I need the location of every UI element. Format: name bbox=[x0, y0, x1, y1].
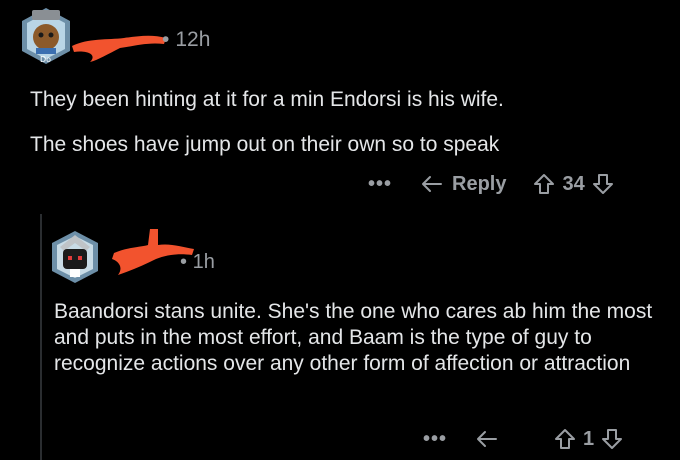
vote-count: 34 bbox=[562, 172, 585, 195]
comment-timestamp: 1h bbox=[192, 251, 215, 273]
separator-dot: • bbox=[162, 28, 170, 51]
upvote-icon[interactable] bbox=[532, 172, 556, 196]
vote-count: 1 bbox=[583, 427, 595, 450]
reply-comment: • 1h Baandorsi stans unite. She's the on… bbox=[0, 215, 680, 460]
downvote-icon[interactable] bbox=[591, 172, 615, 196]
username-redaction bbox=[72, 35, 166, 62]
comment-paragraph: The shoes have jump out on their own so … bbox=[30, 133, 500, 156]
comment-actions: ••• Reply 34 bbox=[368, 172, 615, 196]
more-options-button[interactable]: ••• bbox=[423, 428, 447, 451]
comment-paragraph: They been hinting at it for a min Endors… bbox=[30, 88, 504, 111]
avatar[interactable]: Do bbox=[20, 6, 72, 66]
vote-controls: 1 bbox=[553, 427, 624, 451]
comment: Do • 12h They been hinting at it for a mi… bbox=[0, 0, 680, 215]
svg-text:Do: Do bbox=[40, 55, 51, 64]
vote-controls: 34 bbox=[532, 172, 614, 196]
upvote-icon[interactable] bbox=[553, 427, 577, 451]
comment-actions: ••• 1 bbox=[423, 427, 624, 451]
reply-arrow-icon bbox=[477, 431, 498, 447]
comment-timestamp: 12h bbox=[175, 28, 211, 51]
comment-meta: • 1h bbox=[180, 251, 215, 274]
avatar[interactable] bbox=[50, 229, 100, 285]
comment-body: Baandorsi stans unite. She's the one who… bbox=[54, 300, 653, 375]
comment-body: They been hinting at it for a min Endors… bbox=[30, 86, 660, 176]
downvote-icon[interactable] bbox=[600, 427, 624, 451]
reply-button[interactable] bbox=[475, 429, 507, 449]
comment-meta: • 12h bbox=[162, 28, 210, 52]
reply-arrow-icon bbox=[422, 176, 443, 192]
reply-label: Reply bbox=[452, 172, 507, 195]
more-options-button[interactable]: ••• bbox=[368, 173, 392, 196]
reply-button[interactable]: Reply bbox=[420, 173, 506, 196]
separator-dot: • bbox=[180, 251, 188, 273]
